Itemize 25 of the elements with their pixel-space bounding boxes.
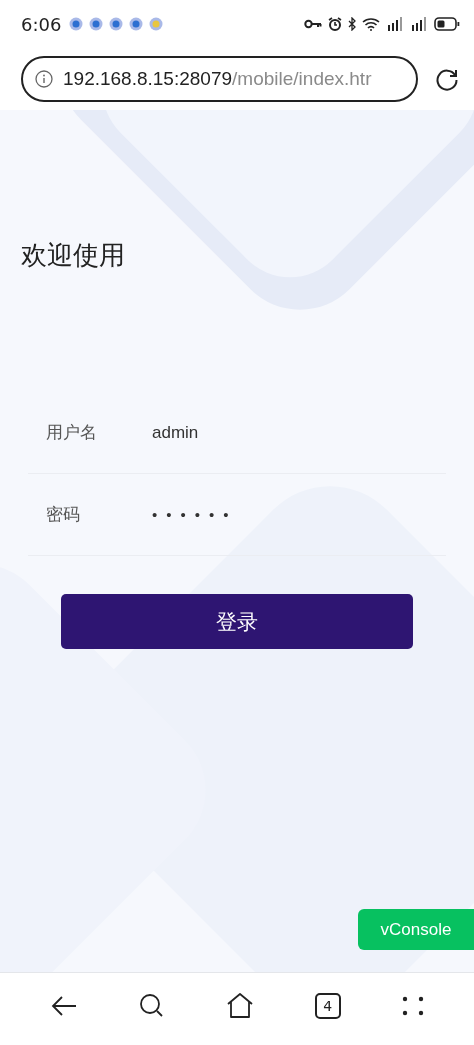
notification-icon (109, 17, 124, 31)
signal-icon (410, 17, 428, 31)
notification-icon (129, 17, 144, 31)
wifi-icon (362, 17, 380, 31)
address-bar[interactable]: 192.168.8.15:28079/mobile/index.htr (21, 56, 418, 102)
bluetooth-icon (348, 17, 356, 31)
username-field[interactable]: admin (152, 418, 199, 447)
signal-icon (386, 17, 404, 31)
notification-icon (69, 17, 84, 31)
welcome-title: 欢迎使用 (21, 239, 126, 272)
menu-icon[interactable] (401, 996, 424, 1016)
password-field[interactable]: •••••• (152, 502, 238, 527)
tabs-button[interactable]: 4 (314, 993, 341, 1019)
key-icon (304, 19, 322, 29)
battery-icon (434, 17, 460, 31)
info-icon (35, 70, 53, 88)
notification-icon (149, 17, 164, 31)
notification-icon (89, 17, 104, 31)
alarm-icon (328, 17, 342, 31)
status-time: 6:06 (21, 13, 62, 35)
field-label: 用户名 (46, 421, 98, 444)
home-icon[interactable] (226, 993, 254, 1019)
login-button[interactable]: 登录 (61, 594, 413, 649)
field-label: 密码 (46, 503, 81, 526)
back-icon[interactable] (50, 994, 79, 1018)
